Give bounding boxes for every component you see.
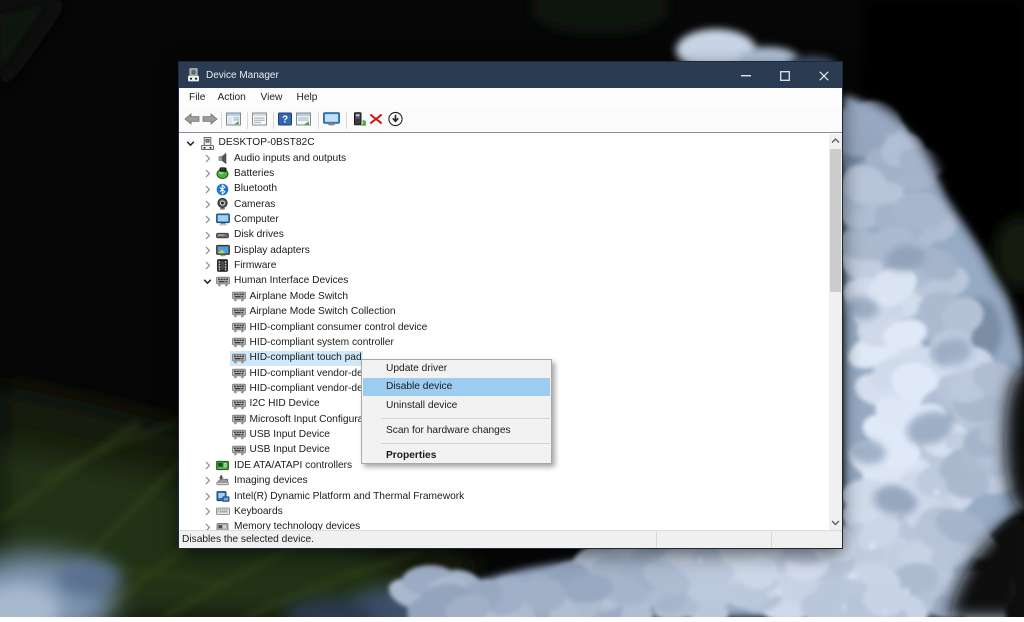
svg-text:?: ? — [282, 115, 288, 126]
